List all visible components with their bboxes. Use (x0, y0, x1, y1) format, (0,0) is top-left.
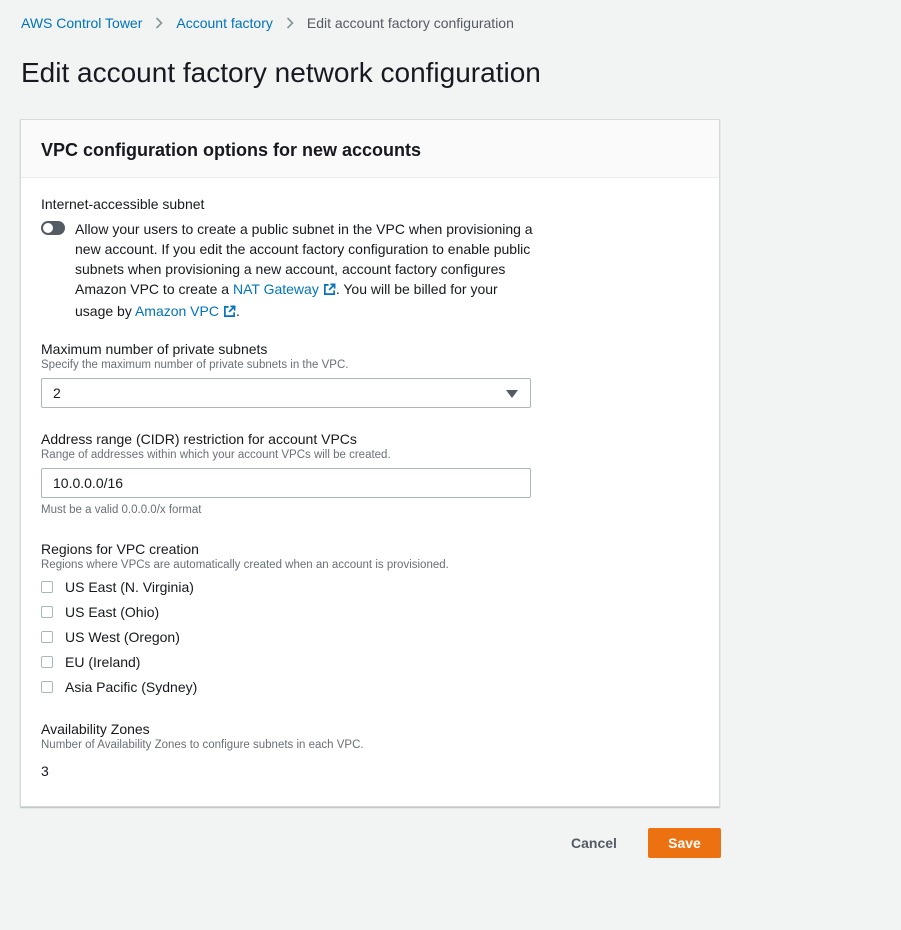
chevron-right-icon (155, 17, 164, 29)
regions-field: Regions for VPC creation Regions where V… (41, 540, 449, 699)
panel-title: VPC configuration options for new accoun… (41, 140, 422, 160)
caret-down-icon (506, 385, 518, 401)
region-option-eu-west-1[interactable]: EU (Ireland) (41, 649, 449, 674)
availability-zones-label: Availability Zones (41, 721, 150, 737)
checkbox[interactable] (41, 655, 53, 668)
region-option-us-east-1[interactable]: US East (N. Virginia) (41, 574, 449, 599)
region-label: US East (N. Virginia) (65, 578, 194, 595)
breadcrumb-aws-control-tower[interactable]: AWS Control Tower (21, 15, 142, 31)
nat-gateway-link[interactable]: NAT Gateway (233, 281, 336, 297)
checkbox[interactable] (41, 680, 53, 693)
regions-label: Regions for VPC creation (41, 541, 199, 557)
private-subnets-select[interactable]: 2 (41, 378, 531, 408)
region-label: US East (Ohio) (65, 603, 160, 620)
save-button[interactable]: Save (648, 828, 721, 858)
vpc-configuration-panel: VPC configuration options for new accoun… (20, 119, 720, 807)
region-label: US West (Oregon) (65, 628, 180, 645)
cidr-description: Range of addresses within which your acc… (41, 449, 391, 461)
region-option-us-west-2[interactable]: US West (Oregon) (41, 624, 449, 649)
private-subnets-field: Maximum number of private subnets Specif… (41, 340, 531, 408)
availability-zones-description: Number of Availability Zones to configur… (41, 739, 364, 751)
amazon-vpc-link[interactable]: Amazon VPC (135, 303, 236, 319)
breadcrumb-current-page: Edit account factory configuration (306, 15, 514, 31)
cidr-input[interactable] (41, 468, 531, 498)
region-option-ap-southeast-2[interactable]: Asia Pacific (Sydney) (41, 674, 449, 699)
private-subnets-label: Maximum number of private subnets (41, 341, 268, 357)
checkbox[interactable] (41, 580, 53, 593)
internet-subnet-field: Internet-accessible subnet Allow your us… (41, 195, 537, 323)
cancel-button[interactable]: Cancel (556, 828, 632, 858)
cidr-constraint-text: Must be a valid 0.0.0.0/x format (41, 504, 202, 516)
region-label: Asia Pacific (Sydney) (65, 678, 198, 695)
checkbox[interactable] (41, 630, 53, 643)
external-link-icon (323, 281, 336, 301)
page-title: Edit account factory network configurati… (21, 57, 541, 88)
checkbox[interactable] (41, 605, 53, 618)
cidr-field: Address range (CIDR) restriction for acc… (41, 430, 531, 518)
internet-subnet-description: Allow your users to create a public subn… (75, 219, 537, 323)
cidr-label: Address range (CIDR) restriction for acc… (41, 431, 357, 447)
breadcrumb: AWS Control Tower Account factory Edit a… (21, 14, 514, 32)
breadcrumb-account-factory[interactable]: Account factory (176, 15, 273, 31)
chevron-right-icon (286, 17, 294, 29)
external-link-icon (223, 303, 236, 323)
internet-subnet-label: Internet-accessible subnet (41, 196, 205, 212)
availability-zones-value: 3 (41, 763, 49, 779)
region-option-us-east-2[interactable]: US East (Ohio) (41, 599, 449, 624)
regions-checkbox-list: US East (N. Virginia) US East (Ohio) US … (41, 574, 449, 699)
private-subnets-value: 2 (53, 385, 61, 401)
availability-zones-field: Availability Zones Number of Availabilit… (41, 720, 364, 779)
region-label: EU (Ireland) (65, 653, 141, 670)
private-subnets-description: Specify the maximum number of private su… (41, 359, 349, 371)
description-text: . (235, 303, 240, 319)
regions-description: Regions where VPCs are automatically cre… (41, 559, 449, 571)
internet-subnet-toggle[interactable] (41, 221, 65, 235)
panel-header: VPC configuration options for new accoun… (21, 120, 719, 178)
